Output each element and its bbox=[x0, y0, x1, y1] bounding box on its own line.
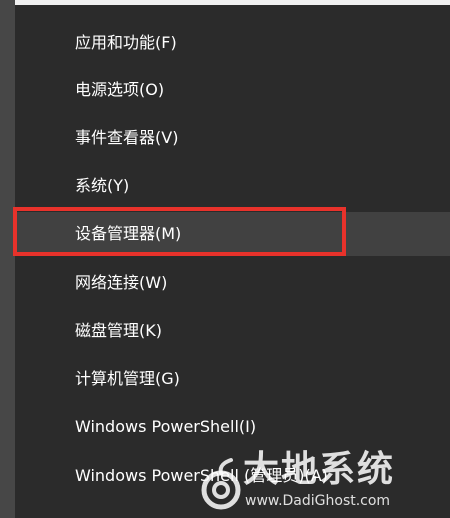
menu-item-system[interactable]: 系统(Y) bbox=[15, 164, 450, 208]
menu-item-network-connections[interactable]: 网络连接(W) bbox=[15, 261, 450, 305]
menu-item-windows-powershell-admin[interactable]: Windows PowerShell (管理员)(A) bbox=[15, 454, 450, 498]
menu-item-computer-management[interactable]: 计算机管理(G) bbox=[15, 357, 450, 401]
menu-item-device-manager[interactable]: 设备管理器(M) bbox=[15, 212, 450, 256]
menu-item-event-viewer[interactable]: 事件查看器(V) bbox=[15, 116, 450, 160]
menu-item-windows-powershell[interactable]: Windows PowerShell(I) bbox=[15, 405, 450, 449]
winx-context-menu: 应用和功能(F) 电源选项(O) 事件查看器(V) 系统(Y) 设备管理器(M)… bbox=[15, 5, 450, 518]
menu-item-apps-features[interactable]: 应用和功能(F) bbox=[15, 21, 450, 65]
menu-item-disk-management[interactable]: 磁盘管理(K) bbox=[15, 309, 450, 353]
desktop-strip-left bbox=[0, 0, 15, 518]
screenshot-page: 应用和功能(F) 电源选项(O) 事件查看器(V) 系统(Y) 设备管理器(M)… bbox=[0, 0, 450, 518]
menu-item-power-options[interactable]: 电源选项(O) bbox=[15, 68, 450, 112]
